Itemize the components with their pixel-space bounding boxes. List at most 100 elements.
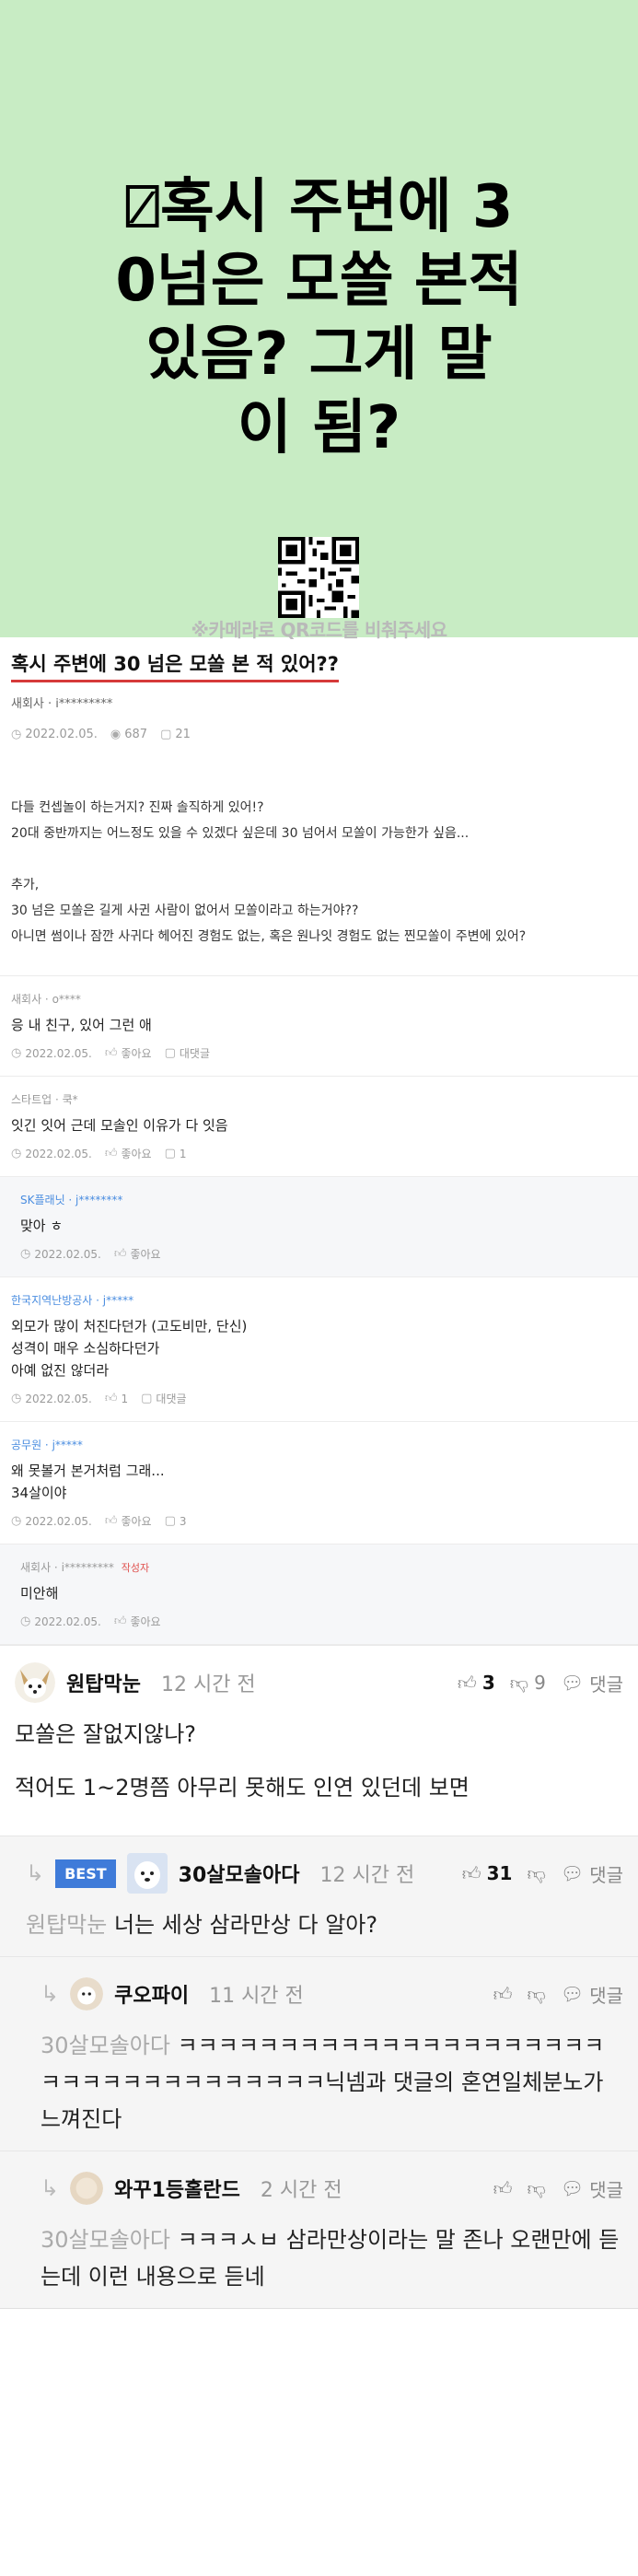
reply-button[interactable]: ▢ 1: [165, 1147, 187, 1160]
like-label: 좋아요: [121, 1047, 152, 1060]
post-author[interactable]: 새회사 · i*********: [11, 694, 627, 711]
reply-label: 대댓글: [179, 1047, 211, 1060]
post-views: ◉ 687: [110, 728, 147, 741]
comment-time: 2 시간 전: [260, 2179, 342, 2202]
best-reply-item: ↳ BEST 30살모솔아다 12 시간 전 👍︎ 31 👎︎ 💬︎ 댓글 원탑막눈…: [0, 1836, 638, 1956]
reply-label: 댓글: [589, 1863, 623, 1886]
comment-author[interactable]: 한국지역난방공사 · j*****: [11, 1292, 627, 1308]
reply-arrow-icon: ↳: [26, 1860, 45, 1886]
qr-code-icon[interactable]: [278, 537, 359, 618]
thumbs-down-icon: 👎︎: [527, 1861, 546, 1884]
banner-title-line: 이 됨?: [237, 394, 401, 462]
reply-button[interactable]: ▢ 3: [165, 1514, 187, 1528]
comment-date: ◷ 2022.02.05.: [11, 1514, 92, 1528]
comment-author[interactable]: 새회사 · o****: [11, 991, 627, 1007]
comment-date: ◷ 2022.02.05.: [20, 1247, 101, 1261]
writer-badge: 작성자: [121, 1562, 150, 1574]
comment-author[interactable]: 스타트업 · 쿡*: [11, 1091, 627, 1107]
thumbnail-banner: ⍁혹시 주변에 3 0넘은 모쏠 본적 있음? 그게 말 이 됨? ※카메라로 …: [0, 0, 638, 641]
comment-date-text: 2022.02.05.: [25, 1046, 92, 1060]
comment-author[interactable]: 원탑막눈: [66, 1668, 141, 1697]
upvote-button[interactable]: 👍︎: [493, 2177, 513, 2200]
comment-actions: 👍︎ 31 👎︎ 💬︎ 댓글: [462, 1860, 623, 1887]
comment-text-line: 외모가 많이 처진다던가 (고도비만, 단신): [11, 1318, 248, 1335]
comment-author[interactable]: 새회사 · i********* 작성자: [20, 1559, 627, 1575]
post-comment-count[interactable]: ▢ 21: [160, 728, 191, 741]
post-comments-count: 21: [175, 728, 191, 741]
thumbs-down-icon: 👎︎: [527, 1982, 546, 2005]
reply-button[interactable]: 💬︎ 댓글: [561, 1981, 623, 2008]
like-button[interactable]: 👍︎ 좋아요: [114, 1614, 161, 1629]
thumbs-down-icon: 👎︎: [509, 1671, 529, 1694]
speech-bubble-icon: 💬︎: [560, 1983, 585, 2005]
reply-button[interactable]: 💬︎ 댓글: [561, 1860, 623, 1887]
speech-bubble-icon: ▢: [160, 728, 172, 741]
avatar[interactable]: [70, 1977, 104, 2011]
post-body: 다들 컨셉놀이 하는거지? 진짜 솔직하게 있어!? 20대 중반까지는 어느정…: [11, 795, 627, 950]
comment-author[interactable]: 공무원 · j*****: [11, 1437, 627, 1452]
clock-icon: ◷: [11, 1046, 22, 1060]
mention-tag[interactable]: 30살모솔아다: [41, 2227, 170, 2253]
post: 혹시 주변에 30 넘은 모쏠 본 적 있어?? 새회사 · i********…: [0, 637, 638, 950]
upvote-button[interactable]: 👍︎ 3: [458, 1672, 495, 1695]
upvote-button[interactable]: 👍︎ 31: [462, 1862, 513, 1885]
comment-item: 스타트업 · 쿡* 잇긴 잇어 근데 모솔인 이유가 다 잇음 ◷ 2022.02…: [0, 1077, 638, 1177]
reply-button[interactable]: 💬︎ 댓글: [561, 1670, 623, 1696]
reply-label: 댓글: [589, 1673, 623, 1696]
like-button[interactable]: 👍︎ 좋아요: [105, 1045, 152, 1061]
reply-button[interactable]: ▢ 대댓글: [141, 1391, 186, 1406]
like-button[interactable]: 👍︎ 좋아요: [105, 1146, 152, 1161]
like-button[interactable]: 👍︎ 좋아요: [105, 1513, 152, 1529]
clock-icon: ◷: [11, 1147, 22, 1160]
comment-reply-item: 새회사 · i********* 작성자 미안해 ◷ 2022.02.05. 👍︎…: [0, 1544, 638, 1645]
comment-author[interactable]: SK플래닛 · j********: [20, 1192, 627, 1207]
comment-author[interactable]: 와꾸1등홀란드: [114, 2174, 240, 2203]
reply-button[interactable]: ▢ 대댓글: [165, 1045, 210, 1061]
comment-item: 새회사 · o**** 응 내 친구, 있어 그런 애 ◷ 2022.02.05.…: [0, 976, 638, 1077]
reply-button[interactable]: 💬︎ 댓글: [561, 2175, 623, 2202]
comment-meta: ◷ 2022.02.05. 👍︎ 좋아요 ▢ 대댓글: [11, 1045, 627, 1061]
clock-icon: ◷: [11, 1514, 22, 1528]
community-comments: 원탑막눈 12 시간 전 👍︎ 3 👎︎ 9 💬︎ 댓글 모쏠은 잘없지않나? 적어도…: [0, 1645, 638, 2308]
downvote-button[interactable]: 👎︎: [527, 1983, 545, 2006]
downvote-button[interactable]: 👎︎: [527, 1862, 545, 1885]
comment-text: 원탑막눈 너는 세상 삼라만상 다 알아?: [26, 1906, 623, 1943]
post-body-line: 20대 중반까지는 어느정도 있을 수 있겠다 싶은데 30 넘어서 모쏠이 가…: [11, 826, 470, 841]
avatar[interactable]: [126, 1853, 168, 1894]
post-body-line: 아니면 썸이나 잠깐 사귀다 헤어진 경험도 없는, 혹은 원나잇 경험도 없는…: [11, 929, 527, 944]
comment-text: 모쏠은 잘없지않나? 적어도 1~2명쯤 아무리 못해도 인연 있던데 보면: [15, 1716, 623, 1806]
comment-list: 새회사 · o**** 응 내 친구, 있어 그런 애 ◷ 2022.02.05.…: [0, 975, 638, 1645]
upvote-count: 3: [481, 1672, 495, 1694]
thumbs-up-icon: 👍︎: [104, 1514, 118, 1528]
comment-item: 원탑막눈 12 시간 전 👍︎ 3 👎︎ 9 💬︎ 댓글 모쏠은 잘없지않나? 적어도…: [0, 1646, 638, 1836]
avatar[interactable]: [15, 1662, 55, 1703]
comment-date-text: 2022.02.05.: [34, 1247, 101, 1261]
like-button[interactable]: 👍︎ 1: [105, 1392, 128, 1405]
like-button[interactable]: 👍︎ 좋아요: [114, 1246, 161, 1262]
comment-author[interactable]: 30살모솔아다: [179, 1859, 300, 1888]
comment-author[interactable]: 쿠오파이: [114, 1979, 189, 2009]
post-body-line: 다들 컨셉놀이 하는거지? 진짜 솔직하게 있어!?: [11, 800, 264, 815]
reply-label: 댓글: [589, 2178, 623, 2201]
clock-icon: ◷: [11, 1392, 22, 1405]
eye-icon: ◉: [110, 728, 122, 741]
comment-text: 30살모솔아다 ㅋㅋㅋㅋㅋㅋㅋㅋㅋㅋㅋㅋㅋㅋㅋㅋㅋㅋㅋㅋㅋㅋㅋㅋㅋㅋㅋㅋㅋㅋㅋㅋ…: [41, 2027, 623, 2138]
comment-meta: ◷ 2022.02.05. 👍︎ 좋아요: [20, 1246, 627, 1262]
avatar[interactable]: [70, 2172, 104, 2205]
mention-tag[interactable]: 원탑막눈: [26, 1912, 107, 1938]
comment-text-line: 34살이야: [11, 1485, 67, 1501]
downvote-button[interactable]: 👎︎: [527, 2177, 545, 2200]
mention-tag[interactable]: 30살모솔아다: [41, 2033, 170, 2058]
banner-title-line: 있음? 그게 말: [145, 321, 493, 389]
comment-time: 11 시간 전: [209, 1985, 304, 2008]
downvote-button[interactable]: 👎︎ 9: [510, 1672, 546, 1695]
like-count: 1: [121, 1392, 129, 1405]
post-date: ◷ 2022.02.05.: [11, 728, 98, 741]
thumbs-up-icon: 👍︎: [493, 1982, 513, 2005]
reply-thread: ↳ BEST 30살모솔아다 12 시간 전 👍︎ 31 👎︎ 💬︎ 댓글 원탑막눈…: [0, 1836, 638, 2308]
comment-header: ↳ BEST 30살모솔아다 12 시간 전 👍︎ 31 👎︎ 💬︎ 댓글: [26, 1849, 623, 1897]
thumbs-up-icon: 👍︎: [457, 1671, 477, 1694]
comment-date-text: 2022.02.05.: [34, 1614, 101, 1628]
thumbs-up-icon: 👍︎: [104, 1392, 118, 1405]
upvote-button[interactable]: 👍︎: [493, 1983, 513, 2006]
